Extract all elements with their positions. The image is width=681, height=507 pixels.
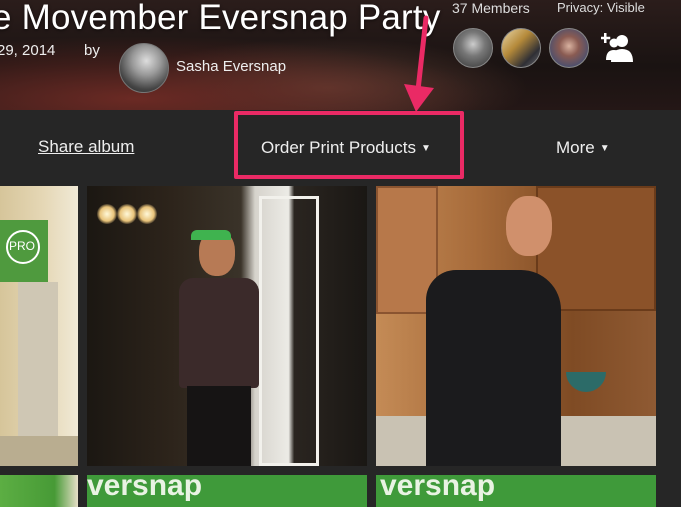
album-date: 29, 2014: [0, 42, 56, 59]
member-avatar[interactable]: [453, 28, 493, 68]
banner-text: PRO: [9, 239, 36, 253]
members-count[interactable]: 37 Members: [452, 0, 530, 16]
bowl: [566, 372, 606, 392]
member-avatar[interactable]: [501, 28, 541, 68]
by-label: by: [84, 42, 100, 59]
order-print-products-button[interactable]: Order Print Products ▼: [261, 138, 431, 158]
owner-avatar[interactable]: [119, 43, 169, 93]
more-label: More: [556, 138, 595, 157]
caret-down-icon: ▼: [420, 143, 431, 154]
photo-thumbnail[interactable]: PRO: [0, 186, 78, 466]
add-member-icon[interactable]: [601, 32, 637, 64]
share-album-link[interactable]: Share album: [38, 137, 134, 157]
banner-text: versnap: [380, 475, 496, 502]
person-head: [506, 196, 552, 256]
lamp: [117, 204, 137, 224]
person-legs: [187, 386, 251, 466]
lamp: [97, 204, 117, 224]
album-title: e Movember Eversnap Party: [0, 0, 441, 37]
privacy-label[interactable]: Privacy: Visible: [557, 0, 645, 15]
photo-floor: [0, 436, 78, 466]
photo-thumbnail[interactable]: versnap: [376, 475, 656, 507]
photo-thumbnail[interactable]: versnap: [87, 475, 367, 507]
member-avatar[interactable]: [549, 28, 589, 68]
lamp: [137, 204, 157, 224]
photo-thumbnail[interactable]: [376, 186, 656, 466]
banner-text: versnap: [87, 475, 203, 502]
caret-down-icon: ▼: [599, 143, 610, 154]
photo-banner: PRO: [0, 220, 48, 282]
photo-thumbnail[interactable]: [87, 186, 367, 466]
order-print-products-label: Order Print Products: [261, 138, 416, 157]
person-torso: [426, 270, 561, 466]
photo-thumbnail[interactable]: [0, 475, 78, 507]
owner-name[interactable]: Sasha Eversnap: [176, 58, 286, 75]
album-header: e Movember Eversnap Party 29, 2014 by Sa…: [0, 0, 681, 110]
green-visor: [191, 230, 231, 240]
person-torso: [179, 278, 259, 388]
glass-door: [259, 196, 319, 466]
more-menu-button[interactable]: More ▼: [556, 138, 610, 158]
